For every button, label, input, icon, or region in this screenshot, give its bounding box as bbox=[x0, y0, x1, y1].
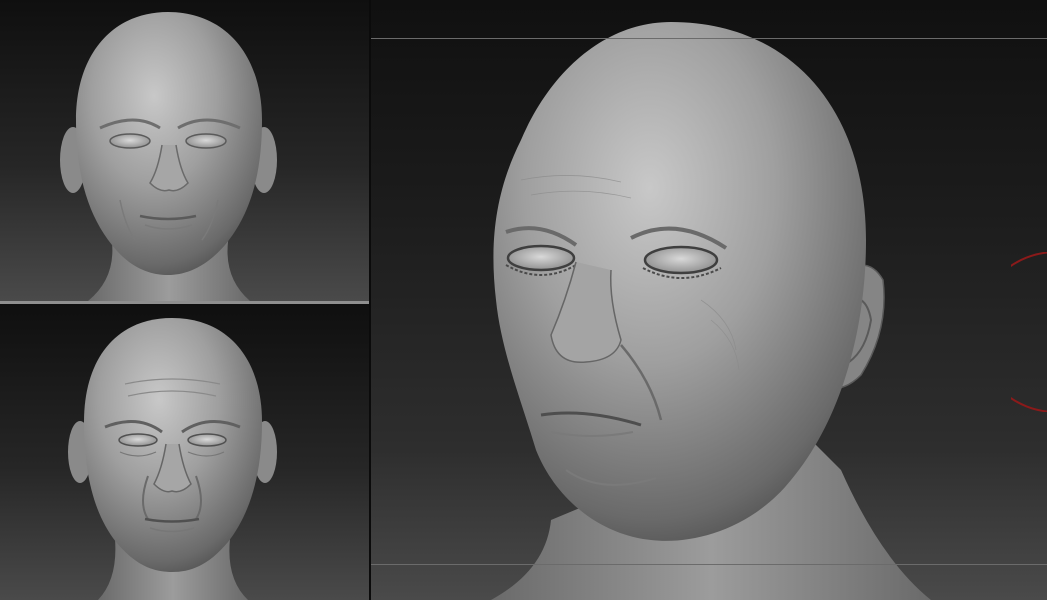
rotation-gizmo-icon[interactable] bbox=[1011, 252, 1047, 412]
viewport-front-aged[interactable] bbox=[0, 304, 369, 600]
left-eye bbox=[118, 433, 158, 447]
left-eye bbox=[109, 133, 151, 149]
right-eye bbox=[185, 133, 227, 149]
head-shape bbox=[76, 12, 262, 275]
canvas-frame-bottom bbox=[371, 564, 1047, 565]
head-sculpt-front-aged bbox=[68, 318, 277, 600]
left-eye bbox=[506, 244, 576, 272]
head-sculpt-three-quarter bbox=[491, 22, 931, 600]
right-eye bbox=[187, 433, 227, 447]
viewport-front-smooth[interactable] bbox=[0, 0, 369, 301]
right-eye bbox=[643, 245, 719, 275]
canvas-frame-top bbox=[371, 38, 1047, 39]
viewport-three-quarter-detailed[interactable] bbox=[371, 0, 1047, 600]
head-sculpt-front-smooth bbox=[60, 12, 277, 301]
